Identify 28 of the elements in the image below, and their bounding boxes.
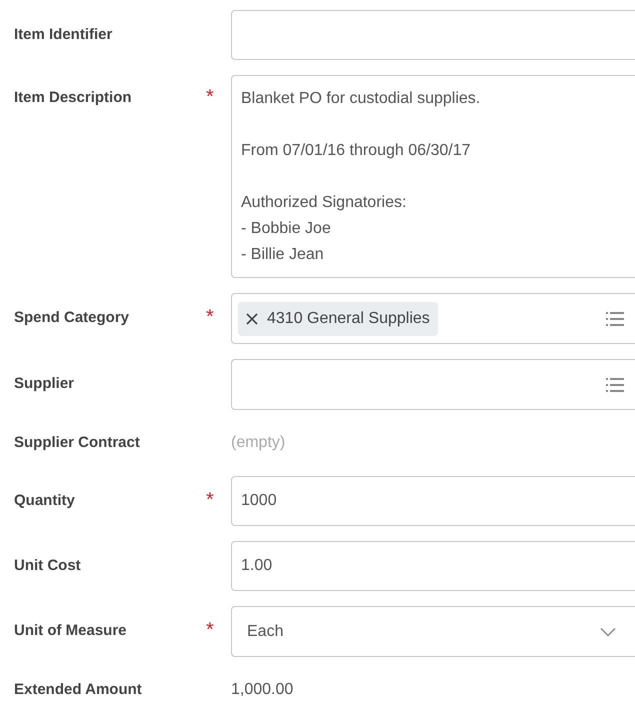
select-field[interactable]: Each (231, 606, 635, 657)
field-value: 1,000.00 (231, 680, 294, 700)
field-label: Supplier (13, 374, 76, 394)
selected-chip[interactable]: 4310 General Supplies (238, 302, 438, 336)
field-label: Extended Amount (13, 680, 143, 700)
field-label: Item Identifier (13, 25, 114, 45)
field-label: Quantity (13, 491, 76, 511)
list-icon[interactable] (606, 310, 624, 326)
required-asterisk: * (206, 306, 214, 328)
field-label: Unit of Measure (13, 621, 128, 641)
chip-label: 4310 General Supplies (267, 308, 430, 328)
description-field[interactable]: Blanket PO for custodial supplies. From 07/01/16 through 06/30/17 Authorized Signatories: - Bobbie Joe - Billie Jean (231, 75, 635, 278)
text-field[interactable]: 1000 (231, 476, 635, 526)
text-field[interactable]: 1.00 (231, 541, 635, 591)
remove-icon[interactable] (246, 312, 258, 324)
field-label: Item Description (13, 88, 133, 108)
text-field[interactable] (231, 10, 635, 60)
field-value: (empty) (231, 433, 286, 453)
required-asterisk: * (206, 489, 214, 511)
prompt-field[interactable] (231, 359, 635, 410)
required-asterisk: * (206, 86, 214, 108)
field-label: Unit Cost (13, 556, 82, 576)
field-label: Supplier Contract (13, 432, 141, 453)
required-asterisk: * (206, 619, 214, 641)
prompt-field[interactable]: 4310 General Supplies (231, 293, 635, 344)
list-icon[interactable] (606, 376, 624, 392)
chevron-down-icon[interactable] (600, 627, 616, 636)
field-label: Spend Category (13, 308, 130, 328)
